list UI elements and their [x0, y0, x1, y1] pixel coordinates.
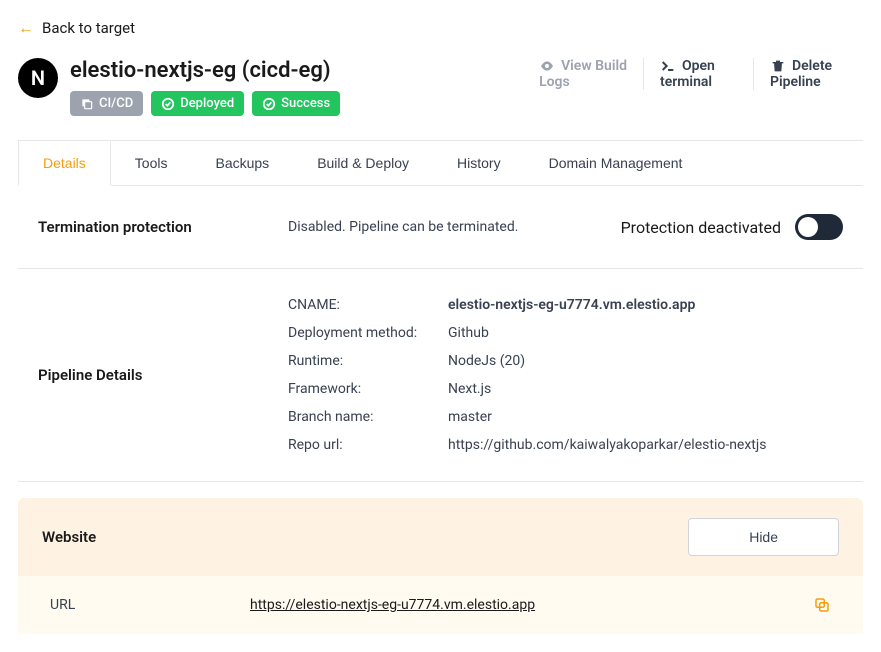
tab-history[interactable]: History: [433, 141, 525, 185]
arrow-left-icon: ←: [18, 18, 34, 38]
header-actions: View Build Logs Open terminal Delete Pip…: [523, 58, 863, 90]
check-circle-icon: [161, 97, 175, 111]
copy-icon[interactable]: [813, 596, 831, 614]
protection-right: Protection deactivated: [621, 214, 843, 240]
deploy-method-key: Deployment method:: [288, 325, 448, 341]
url-label: URL: [50, 597, 250, 613]
action-label-l1: View Build: [561, 58, 627, 74]
runtime-value: NodeJs (20): [448, 353, 766, 369]
tab-bar: Details Tools Backups Build & Deploy His…: [18, 140, 863, 186]
deployed-badge: Deployed: [151, 91, 244, 116]
trash-icon: [770, 58, 786, 74]
website-section: Website Hide: [18, 498, 863, 576]
open-terminal-button[interactable]: Open terminal: [643, 58, 753, 90]
layers-icon: [80, 97, 94, 111]
logo-letter: N: [31, 66, 45, 90]
terminal-icon: [660, 58, 676, 74]
action-label-l2: terminal: [660, 74, 712, 90]
branch-value: master: [448, 409, 766, 425]
runtime-key: Runtime:: [288, 353, 448, 369]
eye-icon: [539, 58, 555, 74]
action-label-l1: Open: [682, 58, 715, 74]
tab-domain-management[interactable]: Domain Management: [525, 141, 707, 185]
termination-label: Termination protection: [38, 218, 288, 236]
project-logo: N: [18, 58, 58, 98]
back-label: Back to target: [42, 19, 135, 37]
tab-tools[interactable]: Tools: [111, 141, 192, 185]
branch-key: Branch name:: [288, 409, 448, 425]
tab-details[interactable]: Details: [18, 141, 111, 186]
page-header: N elestio-nextjs-eg (cicd-eg) CI/CD Depl…: [18, 58, 863, 116]
cicd-badge: CI/CD: [70, 91, 143, 116]
back-to-target-link[interactable]: ← Back to target: [18, 18, 135, 38]
tab-backups[interactable]: Backups: [191, 141, 293, 185]
repo-key: Repo url:: [288, 437, 448, 453]
pipeline-details-label: Pipeline Details: [38, 366, 288, 384]
framework-value: Next.js: [448, 381, 766, 397]
url-row: URL https://elestio-nextjs-eg-u7774.vm.e…: [18, 576, 863, 634]
protection-toggle[interactable]: [795, 214, 843, 240]
pipeline-details-section: Pipeline Details CNAME: elestio-nextjs-e…: [18, 269, 863, 482]
check-circle-icon: [262, 97, 276, 111]
termination-section: Termination protection Disabled. Pipelin…: [18, 186, 863, 269]
hide-button[interactable]: Hide: [688, 518, 839, 556]
delete-pipeline-button[interactable]: Delete Pipeline: [753, 58, 863, 90]
framework-key: Framework:: [288, 381, 448, 397]
protection-text: Protection deactivated: [621, 218, 781, 237]
termination-status: Disabled. Pipeline can be terminated.: [288, 219, 621, 235]
repo-value: https://github.com/kaiwalyakoparkar/eles…: [448, 437, 766, 453]
cname-key: CNAME:: [288, 297, 448, 313]
page-title: elestio-nextjs-eg (cicd-eg): [70, 58, 340, 83]
badge-row: CI/CD Deployed Success: [70, 91, 340, 116]
view-build-logs-button[interactable]: View Build Logs: [523, 58, 643, 90]
website-url-link[interactable]: https://elestio-nextjs-eg-u7774.vm.elest…: [250, 597, 535, 613]
action-label-l1: Delete: [792, 58, 832, 74]
action-label-l2: Pipeline: [770, 74, 821, 90]
cname-value: elestio-nextjs-eg-u7774.vm.elestio.app: [448, 297, 766, 313]
cicd-badge-label: CI/CD: [99, 96, 133, 111]
action-label-l2: Logs: [539, 74, 570, 90]
tab-build-deploy[interactable]: Build & Deploy: [293, 141, 433, 185]
header-main: elestio-nextjs-eg (cicd-eg) CI/CD Deploy…: [70, 58, 340, 116]
deploy-method-value: Github: [448, 325, 766, 341]
deployed-badge-label: Deployed: [180, 96, 234, 111]
website-label: Website: [42, 528, 96, 546]
success-badge: Success: [252, 91, 340, 116]
success-badge-label: Success: [281, 96, 330, 111]
pipeline-details-table: CNAME: elestio-nextjs-eg-u7774.vm.elesti…: [288, 297, 766, 453]
